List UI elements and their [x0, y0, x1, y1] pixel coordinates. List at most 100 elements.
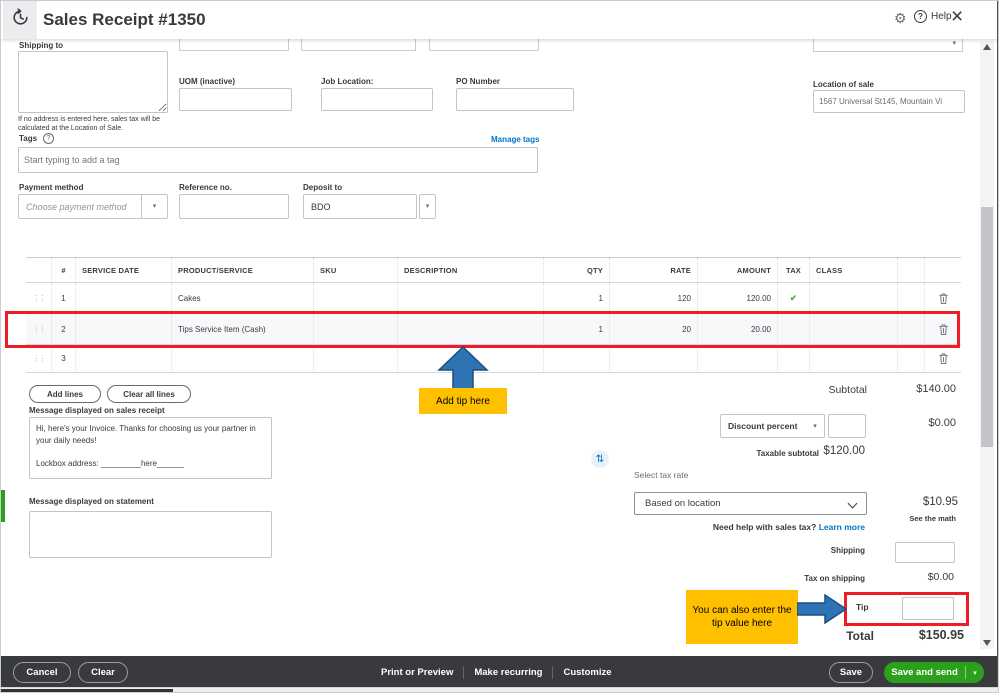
discount-type-dropdown[interactable]: Discount percent ▾ [720, 414, 825, 438]
vertical-scrollbar[interactable] [980, 41, 994, 649]
table-row: ⋮⋮ 3 [26, 345, 961, 373]
footer-bar: Cancel Clear Print or Preview Make recur… [1, 656, 998, 687]
tip-field[interactable] [902, 597, 954, 620]
po-number-field[interactable] [456, 88, 574, 111]
tax-rate-dropdown[interactable]: Based on location [634, 492, 867, 515]
add-lines-button[interactable]: Add lines [29, 385, 101, 403]
cell-amount[interactable]: 20.00 [698, 314, 778, 344]
trash-icon [938, 353, 948, 364]
scrollbar-thumb[interactable] [981, 207, 993, 447]
recent-transactions-button[interactable] [3, 1, 37, 39]
partial-field-2[interactable] [301, 39, 416, 51]
shipping-to-field[interactable] [18, 51, 168, 113]
table-row-highlighted: ⋮⋮ 2 Tips Service Item (Cash) 1 20 20.00 [26, 314, 961, 345]
cell-service-date[interactable] [76, 314, 172, 344]
cell-rate[interactable] [610, 345, 698, 372]
swap-arrows-icon[interactable]: ⇅ [591, 450, 609, 468]
partial-field-4[interactable]: ▾ [813, 39, 963, 52]
print-or-preview-button[interactable]: Print or Preview [381, 667, 453, 678]
tags-help-icon[interactable]: ? [43, 133, 54, 144]
tags-label: Tags [19, 134, 38, 143]
save-and-send-button[interactable]: Save and send ▾ [884, 662, 984, 683]
cell-tax[interactable] [778, 345, 810, 372]
cell-description[interactable] [398, 283, 544, 313]
cell-product[interactable] [172, 345, 314, 372]
drag-handle-icon[interactable]: ⋮⋮ [33, 354, 47, 363]
deposit-to-caret-button[interactable]: ▾ [419, 194, 436, 219]
drag-handle-icon[interactable]: ⋮⋮ [33, 294, 47, 303]
cell-product[interactable]: Cakes [172, 283, 314, 313]
tags-input[interactable] [18, 147, 538, 173]
cell-class[interactable] [810, 345, 898, 372]
shipping-to-label: Shipping to [19, 41, 63, 50]
trash-icon [938, 323, 948, 335]
select-tax-rate-label: Select tax rate [634, 470, 689, 480]
history-clock-icon [11, 8, 30, 32]
cell-service-date[interactable] [76, 345, 172, 372]
cell-sku[interactable] [314, 283, 398, 313]
cell-description[interactable] [398, 314, 544, 344]
cell-sku[interactable] [314, 314, 398, 344]
total-value: $150.95 [918, 628, 964, 642]
scroll-up-arrow[interactable] [983, 44, 991, 50]
scroll-down-arrow[interactable] [983, 640, 991, 646]
taxable-subtotal-value: $120.00 [823, 445, 865, 457]
cell-product[interactable]: Tips Service Item (Cash) [172, 314, 314, 344]
subtotal-label: Subtotal [828, 384, 867, 396]
reference-no-label: Reference no. [179, 183, 232, 192]
delete-row-button[interactable] [925, 314, 961, 344]
customize-button[interactable]: Customize [563, 667, 611, 678]
deposit-to-label: Deposit to [303, 183, 343, 192]
deposit-to-dropdown[interactable]: BDO [303, 194, 417, 219]
location-of-sale-field[interactable]: 1567 Universal St145, Mountain Vi [813, 90, 965, 113]
cell-qty[interactable]: 1 [544, 283, 610, 313]
partial-field-1[interactable] [179, 39, 289, 51]
delete-row-button[interactable] [925, 283, 961, 313]
message-statement-field[interactable] [29, 511, 272, 558]
col-header-service-date: SERVICE DATE [76, 258, 172, 282]
cell-qty[interactable]: 1 [544, 314, 610, 344]
tax-value: $10.95 [922, 496, 958, 508]
close-icon[interactable]: × [951, 5, 963, 29]
clear-all-lines-button[interactable]: Clear all lines [107, 385, 191, 403]
col-header-qty: QTY [544, 258, 610, 282]
learn-more-link[interactable]: Learn more [819, 522, 865, 532]
delete-row-button[interactable] [925, 345, 961, 372]
scrollbar-thumb[interactable] [1, 689, 173, 692]
tip-value-callout: You can also enter the tip value here [686, 590, 798, 644]
partial-field-3[interactable] [429, 39, 539, 51]
top-bar: Sales Receipt #1350 ⚙ ? Help × [1, 1, 998, 39]
cell-amount[interactable] [698, 345, 778, 372]
cell-qty[interactable] [544, 345, 610, 372]
uom-field[interactable] [179, 88, 292, 111]
job-location-field[interactable] [321, 88, 433, 111]
chevron-down-icon[interactable]: ▾ [966, 669, 984, 677]
help-button[interactable]: ? Help [914, 10, 952, 23]
horizontal-scrollbar[interactable] [1, 687, 998, 692]
shipping-field[interactable] [895, 542, 955, 563]
table-header-row: # SERVICE DATE PRODUCT/SERVICE SKU DESCR… [26, 257, 961, 283]
payment-method-dropdown[interactable]: Choose payment method ▾ [18, 194, 168, 219]
manage-tags-link[interactable]: Manage tags [491, 135, 539, 144]
cell-class[interactable] [810, 283, 898, 313]
cell-rate[interactable]: 20 [610, 314, 698, 344]
tax-on-shipping-label: Tax on shipping [804, 574, 865, 583]
tax-check-icon[interactable]: ✔ [790, 293, 798, 304]
drag-handle-icon[interactable]: ⋮⋮ [33, 325, 47, 334]
cell-class[interactable] [810, 314, 898, 344]
cell-service-date[interactable] [76, 283, 172, 313]
cell-rate[interactable]: 120 [610, 283, 698, 313]
see-the-math-link[interactable]: See the math [871, 514, 956, 523]
message-receipt-field[interactable]: Hi, here's your Invoice. Thanks for choo… [29, 417, 272, 479]
make-recurring-button[interactable]: Make recurring [474, 667, 542, 678]
chevron-down-icon: ▾ [813, 422, 817, 430]
cell-sku[interactable] [314, 345, 398, 372]
cancel-button[interactable]: Cancel [13, 662, 71, 683]
reference-no-field[interactable] [179, 194, 289, 219]
save-button[interactable]: Save [829, 662, 873, 683]
cell-amount[interactable]: 120.00 [698, 283, 778, 313]
clear-button[interactable]: Clear [78, 662, 128, 683]
gear-icon[interactable]: ⚙ [894, 10, 907, 27]
discount-amount-field[interactable] [828, 414, 866, 438]
cell-tax[interactable] [778, 314, 810, 344]
